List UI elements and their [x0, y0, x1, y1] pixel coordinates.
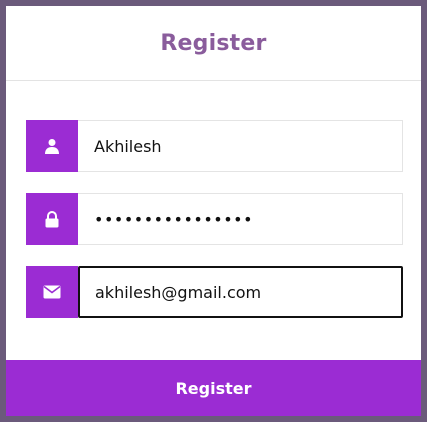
- page-title: Register: [160, 30, 267, 56]
- user-icon: [26, 120, 78, 172]
- password-input[interactable]: [78, 193, 403, 245]
- username-input[interactable]: [78, 120, 403, 172]
- email-row: [26, 266, 403, 318]
- register-card: Register Akhilesh •••••••••••••••• akhil…: [6, 6, 421, 416]
- register-button[interactable]: Register: [6, 360, 421, 416]
- card-header: Register: [6, 6, 421, 81]
- lock-icon: [26, 193, 78, 245]
- email-input[interactable]: [78, 266, 403, 318]
- username-row: [26, 120, 403, 172]
- envelope-icon: [26, 266, 78, 318]
- register-form: [26, 120, 403, 339]
- password-row: [26, 193, 403, 245]
